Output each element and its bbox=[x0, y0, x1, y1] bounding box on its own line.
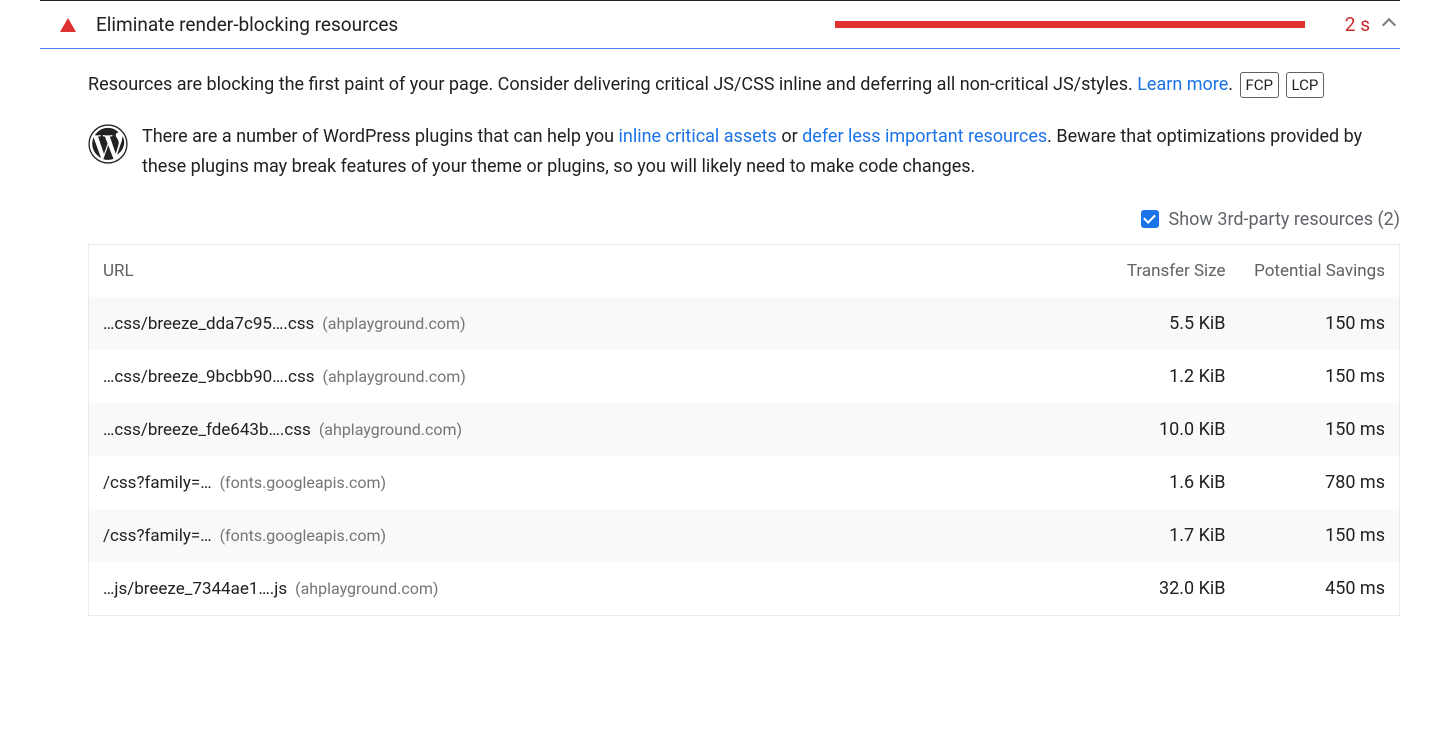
cell-url: …css/breeze_fde643b….css (ahplayground.co… bbox=[89, 403, 1060, 456]
col-size: Transfer Size bbox=[1060, 244, 1240, 297]
wp-link-defer[interactable]: defer less important resources bbox=[802, 126, 1047, 147]
cell-savings: 150 ms bbox=[1240, 509, 1400, 562]
url-path[interactable]: …css/breeze_9bcbb90….css bbox=[103, 367, 315, 387]
url-host: (ahplayground.com) bbox=[322, 314, 465, 333]
table-row: /css?family=… (fonts.googleapis.com) 1.7 K… bbox=[89, 509, 1400, 562]
cell-url: /css?family=… (fonts.googleapis.com) bbox=[89, 509, 1060, 562]
audit-title: Eliminate render-blocking resources bbox=[96, 13, 398, 36]
url-host: (fonts.googleapis.com) bbox=[220, 473, 386, 492]
table-row: …js/breeze_7344ae1….js (ahplayground.com)… bbox=[89, 562, 1400, 616]
cell-url: …css/breeze_9bcbb90….css (ahplayground.co… bbox=[89, 350, 1060, 403]
resources-table: URL Transfer Size Potential Savings …css… bbox=[88, 244, 1400, 616]
url-host: (ahplayground.com) bbox=[323, 367, 466, 386]
table-row: /css?family=… (fonts.googleapis.com) 1.6 K… bbox=[89, 456, 1400, 509]
wp-link-inline[interactable]: inline critical assets bbox=[619, 126, 777, 147]
wp-pre: There are a number of WordPress plugins … bbox=[142, 126, 619, 147]
cell-size: 1.6 KiB bbox=[1060, 456, 1240, 509]
cell-savings: 150 ms bbox=[1240, 350, 1400, 403]
table-row: …css/breeze_dda7c95….css (ahplayground.co… bbox=[89, 297, 1400, 350]
chevron-up-icon[interactable] bbox=[1382, 17, 1396, 31]
badge-fcp: FCP bbox=[1240, 72, 1280, 98]
cell-size: 1.2 KiB bbox=[1060, 350, 1240, 403]
url-path[interactable]: /css?family=… bbox=[103, 473, 212, 493]
cell-size: 1.7 KiB bbox=[1060, 509, 1240, 562]
url-path[interactable]: …js/breeze_7344ae1….js bbox=[103, 579, 287, 599]
description-text: Resources are blocking the first paint o… bbox=[88, 74, 1137, 95]
savings-value: 2 s bbox=[1345, 13, 1370, 36]
wp-or: or bbox=[777, 126, 802, 147]
audit-item: Eliminate render-blocking resources 2 s … bbox=[40, 0, 1400, 616]
url-path[interactable]: /css?family=… bbox=[103, 526, 212, 546]
col-url: URL bbox=[89, 244, 1060, 297]
table-row: …css/breeze_fde643b….css (ahplayground.co… bbox=[89, 403, 1400, 456]
cell-savings: 150 ms bbox=[1240, 403, 1400, 456]
learn-more-link[interactable]: Learn more bbox=[1137, 74, 1228, 95]
audit-description: Resources are blocking the first paint o… bbox=[88, 71, 1400, 100]
url-host: (fonts.googleapis.com) bbox=[220, 526, 386, 545]
cell-savings: 780 ms bbox=[1240, 456, 1400, 509]
url-host: (ahplayground.com) bbox=[319, 420, 462, 439]
table-row: …css/breeze_9bcbb90….css (ahplayground.co… bbox=[89, 350, 1400, 403]
wordpress-icon bbox=[88, 124, 128, 164]
col-savings: Potential Savings bbox=[1240, 244, 1400, 297]
cell-url: …css/breeze_dda7c95….css (ahplayground.co… bbox=[89, 297, 1060, 350]
badge-lcp: LCP bbox=[1286, 72, 1325, 98]
cell-size: 5.5 KiB bbox=[1060, 297, 1240, 350]
table-header-row: URL Transfer Size Potential Savings bbox=[89, 244, 1400, 297]
wordpress-advice: There are a number of WordPress plugins … bbox=[88, 122, 1400, 183]
cell-size: 32.0 KiB bbox=[1060, 562, 1240, 616]
cell-url: /css?family=… (fonts.googleapis.com) bbox=[89, 456, 1060, 509]
wordpress-text: There are a number of WordPress plugins … bbox=[142, 122, 1400, 183]
cell-savings: 150 ms bbox=[1240, 297, 1400, 350]
audit-header[interactable]: Eliminate render-blocking resources 2 s bbox=[40, 1, 1400, 49]
third-party-checkbox[interactable] bbox=[1141, 210, 1159, 228]
cell-savings: 450 ms bbox=[1240, 562, 1400, 616]
url-path[interactable]: …css/breeze_fde643b….css bbox=[103, 420, 311, 440]
url-path[interactable]: …css/breeze_dda7c95….css bbox=[103, 314, 314, 334]
cell-size: 10.0 KiB bbox=[1060, 403, 1240, 456]
third-party-label[interactable]: Show 3rd-party resources (2) bbox=[1169, 209, 1401, 230]
cell-url: …js/breeze_7344ae1….js (ahplayground.com) bbox=[89, 562, 1060, 616]
url-host: (ahplayground.com) bbox=[295, 579, 438, 598]
fail-triangle-icon bbox=[60, 18, 76, 32]
savings-bar bbox=[835, 21, 1305, 28]
period: . bbox=[1228, 74, 1237, 95]
audit-body: Resources are blocking the first paint o… bbox=[40, 49, 1400, 616]
third-party-toggle-row: Show 3rd-party resources (2) bbox=[88, 209, 1400, 230]
